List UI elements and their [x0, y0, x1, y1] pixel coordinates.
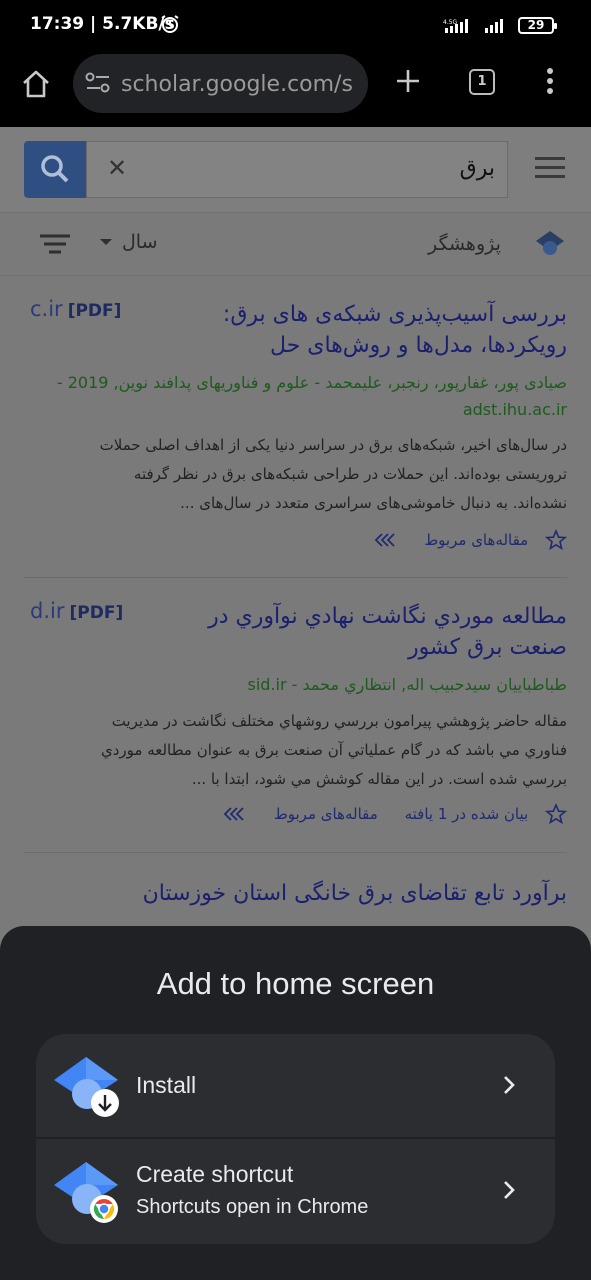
result-divider [24, 852, 567, 853]
result-snippet: در سال‌های اخیر، شبکه‌های برق در سراسر د… [99, 436, 567, 512]
result-title[interactable]: برآورد تابع تقاضای برق خانگی استان خوزست… [143, 878, 567, 909]
year-dropdown-caret[interactable] [100, 239, 112, 245]
related-articles-link[interactable]: مقاله‌های مربوط [274, 805, 378, 823]
alarm-icon [161, 15, 179, 33]
search-icon [41, 155, 69, 183]
menu-icon[interactable] [535, 157, 565, 184]
search-button[interactable] [24, 141, 86, 198]
more-vert-icon[interactable] [546, 66, 554, 96]
tab-switcher-icon[interactable]: 1 [469, 69, 495, 95]
result-actions: بیان شده در 1 یافته مقاله‌های مربوط [24, 802, 568, 825]
battery-icon: 29 [518, 17, 557, 34]
chevron-right-icon [504, 1181, 515, 1199]
browser-toolbar: scholar.google.com/s 1 [0, 52, 591, 127]
search-query[interactable]: برق [460, 156, 495, 181]
result-divider [24, 577, 567, 578]
star-icon[interactable] [544, 528, 568, 551]
related-arrows-icon[interactable] [374, 532, 398, 548]
chrome-shortcut-icon [54, 1162, 118, 1223]
create-shortcut-option[interactable]: Create shortcut Shortcuts open in Chrome [36, 1139, 555, 1243]
search-input[interactable]: ✕ برق [86, 141, 508, 198]
install-option[interactable]: Install [36, 1034, 555, 1138]
status-time: 17:39 | 5.7KB/s [30, 14, 175, 34]
cited-by-link[interactable]: بیان شده در 1 یافته [405, 805, 529, 823]
result-title[interactable]: بررسی آسیب‌پذیری شبکه‌ی های برق: رویکردها… [223, 299, 567, 361]
year-filter[interactable]: سال [122, 231, 158, 253]
search-row: ✕ برق [0, 127, 591, 212]
chevron-right-icon [504, 1076, 515, 1094]
address-bar[interactable]: scholar.google.com/s [73, 54, 368, 113]
result-actions: مقاله‌های مربوط [24, 528, 568, 551]
pdf-link[interactable]: c.ir [PDF] [30, 297, 121, 321]
clear-icon[interactable]: ✕ [107, 154, 127, 182]
pdf-link[interactable]: d.ir [PDF] [30, 599, 123, 623]
new-tab-icon[interactable] [393, 66, 423, 96]
install-label[interactable]: Install [136, 1072, 196, 1099]
related-arrows-icon[interactable] [223, 806, 247, 822]
install-app-icon [54, 1057, 119, 1117]
sheet-title: Add to home screen [156, 966, 435, 1001]
result-title[interactable]: مطالعه موردي نگاشت نهادي نوآوري در صنعت ب… [208, 601, 567, 663]
status-bar: 17:39 | 5.7KB/s 4.5G 29 [0, 0, 591, 52]
scholar-cap-icon[interactable] [535, 229, 565, 257]
result-authors: طباطباييان سيدحبيب اله, انتظاري محمد - s… [247, 675, 567, 694]
result-authors: صیادی پور، غفارپور، رنجبر، علیمحمد - علو… [56, 373, 567, 419]
signal-icon: 4.5G [443, 19, 503, 33]
url-text[interactable]: scholar.google.com/s [121, 72, 361, 97]
options-card: Install Create shortcut Shortcuts open i… [36, 1034, 555, 1244]
filter-row: سال پژوهشگر [0, 212, 591, 276]
star-icon[interactable] [544, 802, 568, 825]
create-shortcut-subtitle: Shortcuts open in Chrome [136, 1196, 369, 1218]
home-icon[interactable] [20, 68, 52, 100]
result-snippet: مقاله حاضر پژوهشي پيرامون بررسي روشهاي م… [100, 712, 567, 788]
site-settings-icon[interactable] [85, 72, 111, 94]
researcher-link[interactable]: پژوهشگر [428, 233, 501, 255]
create-shortcut-label[interactable]: Create shortcut [136, 1161, 293, 1188]
related-articles-link[interactable]: مقاله‌های مربوط [424, 531, 528, 549]
add-to-home-sheet: Add to home screen Install Create shortc… [0, 926, 591, 1280]
filter-icon[interactable] [40, 233, 70, 255]
